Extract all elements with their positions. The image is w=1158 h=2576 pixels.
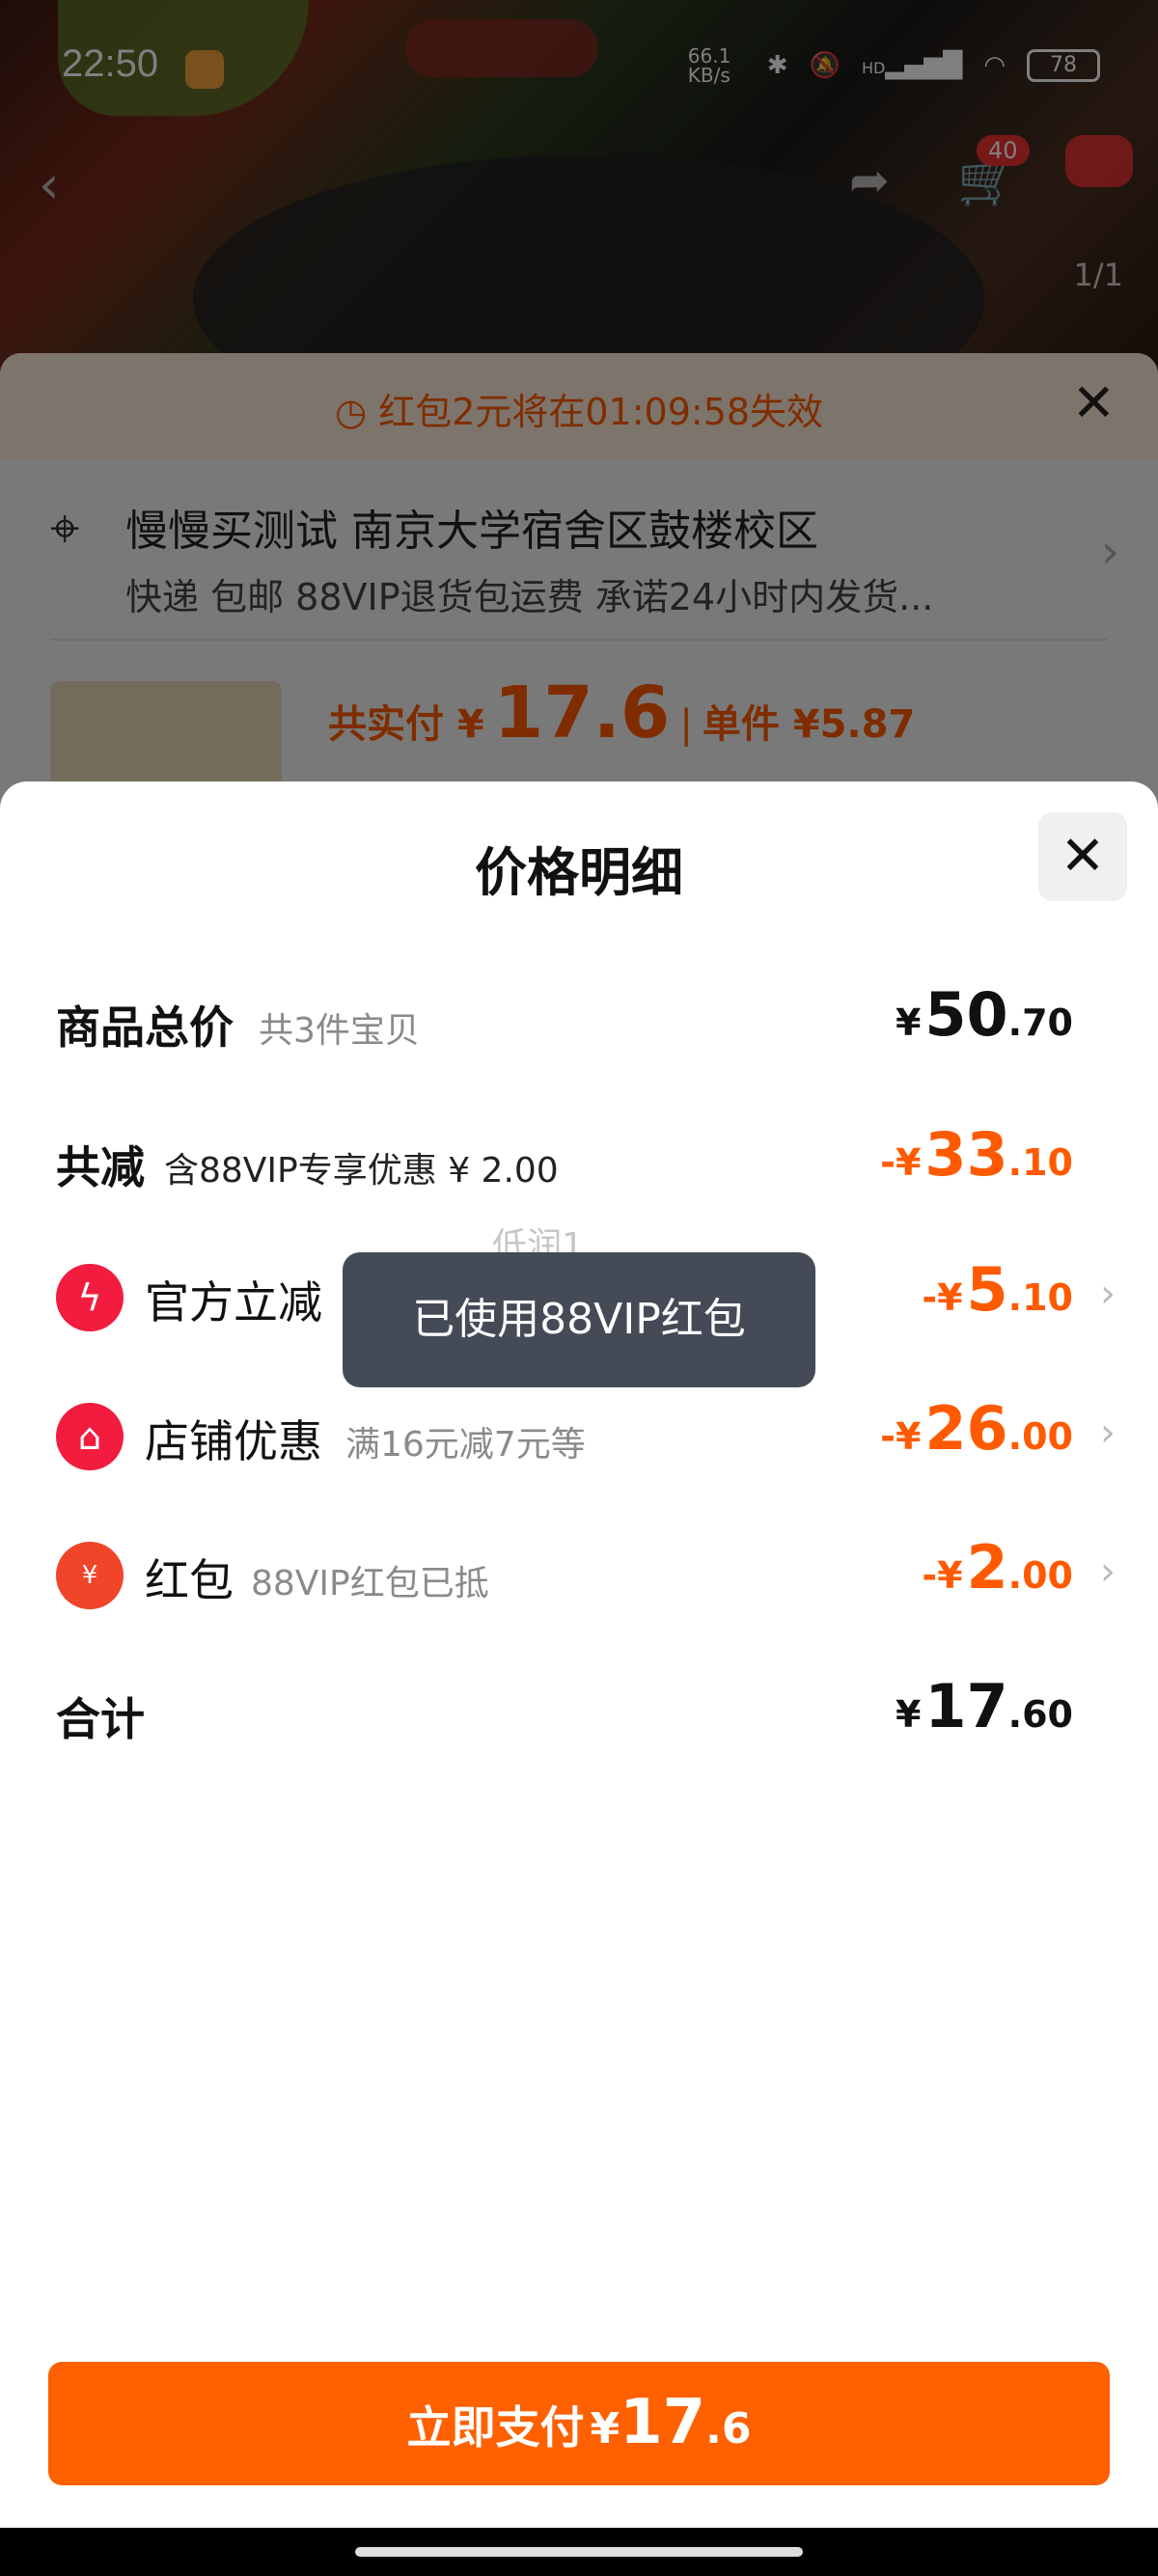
row-store-discount[interactable]: ⌂ 店铺优惠 满16元减7元等 -¥ 26.00 › xyxy=(56,1393,1116,1480)
store-icon: ⌂ xyxy=(56,1403,124,1470)
row-amount: -¥ 33.10 xyxy=(880,1119,1073,1190)
row-sub: 含88VIP专享优惠 ¥ 2.00 xyxy=(164,1151,559,1191)
row-label: 合计 xyxy=(56,1693,145,1745)
price-detail-sheet: 价格明细 ✕ 商品总价 共3件宝贝 ¥50.70 共减 含88VIP专享优惠 ¥… xyxy=(0,781,1158,2528)
pay-now-button[interactable]: 立即支付 ¥ 17 .6 xyxy=(48,2362,1110,2485)
row-label: 店铺优惠 xyxy=(145,1415,322,1467)
toast-message: 已使用88VIP红包 xyxy=(343,1252,815,1387)
row-amount: -¥ 26.00 xyxy=(880,1393,1073,1464)
lightning-icon: ϟ xyxy=(56,1264,124,1331)
row-sub: 共3件宝贝 xyxy=(259,1011,420,1051)
row-red-packet[interactable]: ¥ 红包 88VIP红包已抵 -¥ 2.00 › xyxy=(56,1532,1116,1619)
row-amount: ¥17.60 xyxy=(895,1671,1073,1741)
row-label: 商品总价 xyxy=(56,1001,234,1054)
row-amount: -¥ 5.10 xyxy=(922,1254,1073,1325)
row-goods-total: 商品总价 共3件宝贝 ¥50.70 xyxy=(56,979,1108,1066)
close-button[interactable]: ✕ xyxy=(1038,812,1127,901)
row-label: 官方立减 xyxy=(145,1276,322,1329)
row-sub: 88VIP红包已抵 xyxy=(251,1564,489,1603)
chevron-right-icon: › xyxy=(1100,1549,1116,1594)
home-indicator[interactable] xyxy=(355,2547,803,2557)
sheet-title: 价格明细 xyxy=(475,842,683,903)
row-total-discount: 共减 含88VIP专享优惠 ¥ 2.00 -¥ 33.10 xyxy=(56,1119,1108,1206)
row-grand-total: 合计 ¥17.60 xyxy=(56,1671,1108,1758)
chevron-right-icon: › xyxy=(1100,1411,1116,1455)
row-label: 红包 xyxy=(145,1554,234,1606)
chevron-right-icon: › xyxy=(1100,1272,1116,1316)
row-sub: 满16元减7元等 xyxy=(345,1425,586,1465)
row-amount: -¥ 2.00 xyxy=(922,1532,1073,1603)
row-amount: ¥50.70 xyxy=(895,979,1073,1050)
row-label: 共减 xyxy=(56,1141,145,1193)
red-packet-icon: ¥ xyxy=(56,1542,124,1609)
